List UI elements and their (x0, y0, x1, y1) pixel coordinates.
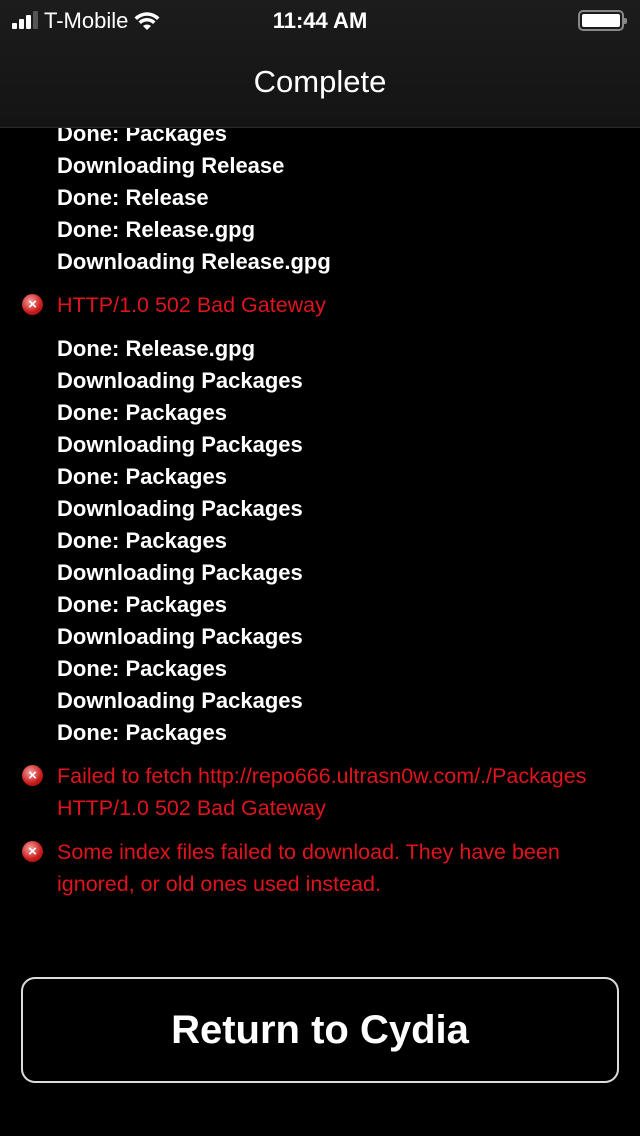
log-error-text: Failed to fetch http://repo666.ultrasn0w… (57, 764, 587, 820)
log-line: Done: Packages (57, 656, 227, 681)
log-line: Downloading Release (57, 153, 285, 178)
log-line: Downloading Release.gpg (57, 249, 331, 274)
return-to-cydia-button[interactable]: Return to Cydia (21, 977, 619, 1083)
error-x-circle-icon: × (22, 841, 43, 862)
output-log: Done: Packages Downloading Release Done: R… (0, 118, 640, 912)
log-line: Done: Release (57, 185, 209, 210)
log-line: Downloading Packages (57, 496, 303, 521)
log-line: Done: Packages (57, 528, 227, 553)
log-line: Downloading Packages (57, 368, 303, 393)
log-line: Done: Release.gpg (57, 217, 256, 242)
log-line: Done: Packages (57, 464, 227, 489)
log-error-text: HTTP/1.0 502 Bad Gateway (57, 293, 326, 317)
status-bar: T-Mobile 11:44 AM (0, 0, 640, 40)
log-line: Downloading Packages (57, 624, 303, 649)
log-line: Done: Packages (57, 720, 227, 745)
log-line: Downloading Packages (57, 560, 303, 585)
log-error: × HTTP/1.0 502 Bad Gateway (0, 289, 640, 321)
log-line: Downloading Packages (57, 688, 303, 713)
error-x-circle-icon: × (22, 765, 43, 786)
log-error: × Failed to fetch http://repo666.ultrasn0… (0, 760, 640, 824)
page-title: Complete (253, 64, 387, 99)
log-line: Done: Release.gpg (57, 336, 256, 361)
log-line: Downloading Packages (57, 432, 303, 457)
log-error-text: Some index files failed to download. The… (57, 840, 560, 896)
error-x-circle-icon: × (22, 294, 43, 315)
log-line: Done: Packages (57, 592, 227, 617)
log-error: × Some index files failed to download. Th… (0, 836, 640, 900)
log-line: Done: Packages (57, 400, 227, 425)
battery-icon (578, 10, 627, 31)
navigation-bar: T-Mobile 11:44 AM Complete (0, 0, 640, 128)
clock: 11:44 AM (272, 8, 368, 33)
